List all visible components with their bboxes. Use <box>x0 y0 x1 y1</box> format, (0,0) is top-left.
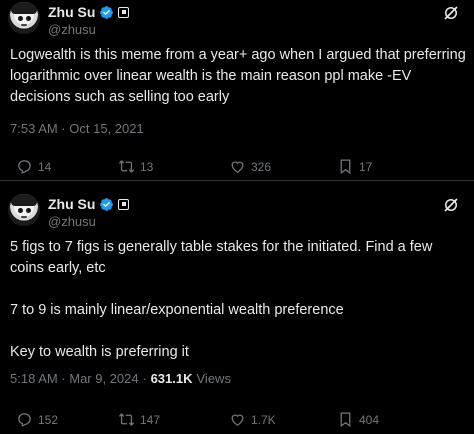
action-bar: 152 147 1.7K 404 <box>0 411 474 433</box>
tweet-meta: 7:53 AM · Oct 15, 2021 <box>10 121 144 136</box>
grok-icon[interactable] <box>442 4 460 22</box>
bookmark-button[interactable]: 404 <box>337 411 379 428</box>
avatar[interactable] <box>8 194 40 226</box>
avatar[interactable] <box>8 2 40 34</box>
views-label: Views <box>196 371 231 386</box>
like-count: 326 <box>251 159 272 174</box>
like-button[interactable]: 1.7K <box>229 411 276 428</box>
tweet[interactable]: Zhu Su @zhusu 5 figs to 7 figs is genera… <box>0 188 474 434</box>
author-name[interactable]: Zhu Su <box>48 4 95 20</box>
reply-icon <box>18 413 31 427</box>
tweet-meta: 5:18 AM · Mar 9, 2024 · 631.1K Views <box>10 371 231 386</box>
retweet-button[interactable]: 13 <box>118 158 153 175</box>
retweet-icon <box>118 160 135 173</box>
tweet-text: 5 figs to 7 figs is generally table stak… <box>10 239 433 360</box>
bookmark-count: 17 <box>359 159 373 174</box>
verified-badge-icon <box>100 5 114 19</box>
view-count: 631.1K <box>150 371 193 386</box>
author-handle[interactable]: @zhusu <box>48 22 96 37</box>
like-icon <box>231 414 244 426</box>
reply-icon <box>18 160 31 174</box>
bookmark-icon <box>340 412 351 428</box>
author-row: Zhu Su <box>48 3 130 21</box>
author-name[interactable]: Zhu Su <box>48 196 95 212</box>
bookmark-icon <box>340 159 351 175</box>
retweet-button[interactable]: 147 <box>118 411 160 428</box>
affiliate-badge-icon <box>118 6 130 18</box>
reply-count: 14 <box>38 159 52 174</box>
author-row: Zhu Su <box>48 195 130 213</box>
reply-button[interactable]: 152 <box>16 411 58 428</box>
like-icon <box>231 161 244 173</box>
bookmark-count: 404 <box>359 412 380 427</box>
divider <box>0 180 474 181</box>
reply-button[interactable]: 14 <box>16 158 51 175</box>
action-bar: 14 13 326 17 <box>0 158 474 180</box>
like-button[interactable]: 326 <box>229 158 271 175</box>
verified-badge-icon <box>100 197 114 211</box>
retweet-icon <box>118 413 135 426</box>
retweet-count: 147 <box>140 412 161 427</box>
retweet-count: 13 <box>140 159 154 174</box>
author-handle[interactable]: @zhusu <box>48 214 96 229</box>
reply-count: 152 <box>38 412 59 427</box>
tweet[interactable]: Zhu Su @zhusu Logwealth is this meme fro… <box>0 0 474 180</box>
like-count: 1.7K <box>251 412 276 427</box>
bookmark-button[interactable]: 17 <box>337 158 372 175</box>
tweet-text: Logwealth is this meme from a year+ ago … <box>10 47 470 105</box>
timestamp[interactable]: 5:18 AM · Mar 9, 2024 · <box>10 371 147 386</box>
affiliate-badge-icon <box>118 198 130 210</box>
timestamp[interactable]: 7:53 AM · Oct 15, 2021 <box>10 121 144 136</box>
grok-icon[interactable] <box>442 196 460 214</box>
